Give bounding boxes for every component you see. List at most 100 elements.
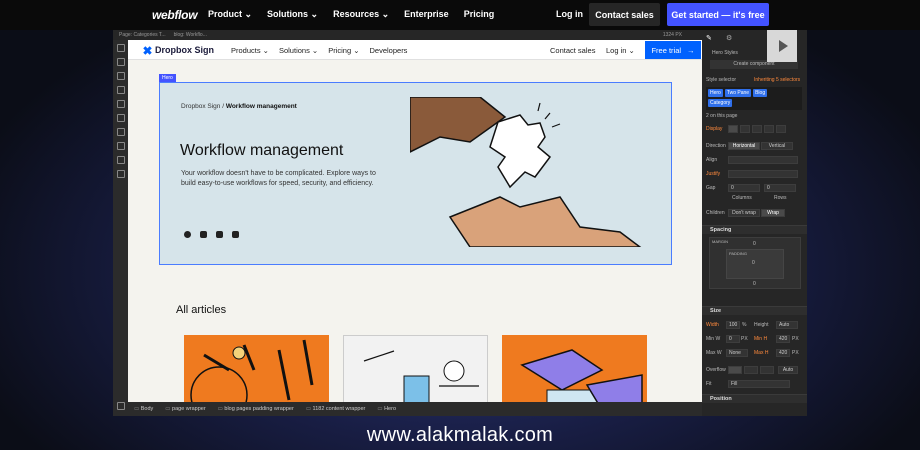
site-login[interactable]: Log in ⌄ bbox=[606, 46, 635, 55]
children-wrap[interactable]: Wrap bbox=[761, 209, 785, 217]
ecommerce-icon[interactable] bbox=[116, 114, 125, 122]
max-height-label: Max H bbox=[754, 350, 769, 356]
webflow-logo[interactable]: webflow bbox=[152, 8, 198, 22]
nav-item-product[interactable]: Product ⌄ bbox=[208, 9, 252, 20]
site-nav-developers[interactable]: Developers bbox=[370, 46, 408, 55]
gap-rows-label: Rows bbox=[774, 195, 787, 201]
min-width-input[interactable]: 0 bbox=[726, 335, 740, 343]
max-width-input[interactable]: None bbox=[726, 349, 748, 357]
navigator-icon[interactable] bbox=[116, 86, 125, 94]
footer-watermark: www.alakmalak.com bbox=[366, 424, 554, 446]
size-section[interactable]: Size bbox=[702, 306, 807, 315]
max-height-input[interactable]: 420 bbox=[776, 349, 790, 357]
page-name[interactable]: blog: Workflo... bbox=[174, 32, 207, 38]
justify-options[interactable] bbox=[728, 170, 798, 178]
margin-label: MARGIN bbox=[712, 239, 728, 244]
breadcrumb-parent[interactable]: Dropbox Sign / bbox=[181, 103, 226, 110]
article-card-image[interactable] bbox=[184, 335, 329, 402]
contact-sales-button[interactable]: Contact sales bbox=[589, 3, 660, 26]
display-grid[interactable] bbox=[752, 125, 762, 133]
selector-chip[interactable]: Category bbox=[708, 99, 733, 107]
free-trial-button[interactable]: Free trial → bbox=[645, 41, 701, 59]
gap-columns-label: Columns bbox=[732, 195, 752, 201]
site-nav-solutions[interactable]: Solutions ⌄ bbox=[279, 46, 318, 55]
users-icon[interactable] bbox=[116, 128, 125, 136]
margin-bottom-value[interactable]: 0 bbox=[753, 281, 756, 287]
social-links bbox=[184, 231, 239, 238]
article-card-image[interactable] bbox=[343, 335, 488, 402]
margin-top-value[interactable]: 0 bbox=[753, 241, 756, 247]
breadcrumb-content-wrapper[interactable]: 1182 content wrapper bbox=[306, 406, 366, 412]
gear-icon[interactable]: ⚙ bbox=[726, 34, 732, 42]
left-toolbar bbox=[113, 40, 128, 416]
settings-icon[interactable] bbox=[116, 156, 125, 164]
design-canvas[interactable]: Dropbox Sign Products ⌄ Solutions ⌄ Pric… bbox=[128, 40, 702, 402]
display-inline[interactable] bbox=[764, 125, 774, 133]
nav-item-pricing[interactable]: Pricing bbox=[464, 9, 495, 20]
audit-icon[interactable] bbox=[116, 170, 125, 178]
page-selector[interactable]: Page: Categories T... bbox=[119, 32, 166, 38]
padding-value[interactable]: 0 bbox=[752, 260, 755, 266]
login-link[interactable]: Log in bbox=[556, 9, 583, 19]
spacing-box[interactable]: MARGIN 0 PADDING 0 0 bbox=[709, 237, 801, 289]
nav-item-resources[interactable]: Resources ⌄ bbox=[333, 9, 389, 20]
site-nav-pricing[interactable]: Pricing ⌄ bbox=[328, 46, 359, 55]
dropbox-icon bbox=[143, 46, 152, 55]
selector-chip[interactable]: Hero bbox=[708, 89, 723, 97]
direction-vertical[interactable]: Vertical bbox=[761, 142, 793, 150]
rss-icon[interactable] bbox=[232, 231, 239, 238]
site-contact-sales[interactable]: Contact sales bbox=[550, 46, 595, 55]
display-none[interactable] bbox=[776, 125, 786, 133]
hero-section[interactable]: Dropbox Sign / Workflow management Workf… bbox=[159, 82, 672, 265]
linkedin-icon[interactable] bbox=[216, 231, 223, 238]
max-height-unit[interactable]: PX bbox=[792, 350, 799, 356]
display-block[interactable] bbox=[728, 125, 738, 133]
pages-icon[interactable] bbox=[116, 72, 125, 80]
overflow-hidden-icon[interactable] bbox=[744, 366, 758, 374]
cms-icon[interactable] bbox=[116, 100, 125, 108]
width-input[interactable]: 100 bbox=[726, 321, 740, 329]
twitter-icon[interactable] bbox=[200, 231, 207, 238]
help-icon[interactable] bbox=[116, 402, 125, 410]
fit-select[interactable]: Fill bbox=[728, 380, 790, 388]
children-dont-wrap[interactable]: Don't wrap bbox=[728, 209, 760, 217]
components-icon[interactable] bbox=[116, 58, 125, 66]
facebook-icon[interactable] bbox=[184, 231, 191, 238]
selector-chip[interactable]: Blog bbox=[753, 89, 768, 97]
site-nav-products[interactable]: Products ⌄ bbox=[231, 46, 269, 55]
selector-field[interactable]: Hero Two Pane Blog Category bbox=[706, 87, 802, 110]
direction-horizontal[interactable]: Horizontal bbox=[728, 142, 760, 150]
gap-rows-input[interactable]: 0 bbox=[764, 184, 796, 192]
dropbox-sign-logo[interactable]: Dropbox Sign bbox=[143, 45, 214, 55]
breadcrumb-current: Workflow management bbox=[225, 103, 297, 110]
add-icon[interactable] bbox=[116, 44, 125, 52]
position-section[interactable]: Position bbox=[702, 394, 807, 403]
nav-item-enterprise[interactable]: Enterprise bbox=[404, 9, 449, 20]
preview-play-button[interactable] bbox=[767, 30, 797, 62]
article-card-image[interactable] bbox=[502, 335, 647, 402]
breadcrumb-padding-wrapper[interactable]: blog pages padding wrapper bbox=[218, 406, 293, 412]
min-height-unit[interactable]: PX bbox=[792, 336, 799, 342]
breadcrumb-body[interactable]: Body bbox=[134, 406, 154, 412]
assets-icon[interactable] bbox=[116, 142, 125, 150]
gap-columns-input[interactable]: 0 bbox=[728, 184, 760, 192]
spacing-section[interactable]: Spacing bbox=[702, 225, 807, 234]
height-input[interactable]: Auto bbox=[776, 321, 798, 329]
overflow-visible-icon[interactable] bbox=[728, 366, 742, 374]
width-unit[interactable]: % bbox=[742, 322, 746, 328]
breadcrumb-page-wrapper[interactable]: page wrapper bbox=[165, 406, 206, 412]
nav-item-solutions[interactable]: Solutions ⌄ bbox=[267, 9, 318, 20]
selector-chip[interactable]: Two Pane bbox=[724, 89, 752, 97]
inheriting-label[interactable]: Inheriting 5 selectors bbox=[754, 77, 800, 83]
display-flex[interactable] bbox=[740, 125, 750, 133]
overflow-scroll-icon[interactable] bbox=[760, 366, 774, 374]
overflow-auto[interactable]: Auto bbox=[778, 366, 798, 374]
breadcrumb-hero[interactable]: Hero bbox=[377, 406, 396, 412]
min-height-input[interactable]: 420 bbox=[776, 335, 790, 343]
align-options[interactable] bbox=[728, 156, 798, 164]
get-started-button[interactable]: Get started — it's free bbox=[667, 3, 769, 26]
puzzle-hands-illustration bbox=[410, 97, 642, 247]
on-this-page-label: 2 on this page bbox=[706, 113, 738, 119]
min-width-unit[interactable]: PX bbox=[741, 336, 748, 342]
brush-icon[interactable]: ✎ bbox=[706, 34, 712, 42]
